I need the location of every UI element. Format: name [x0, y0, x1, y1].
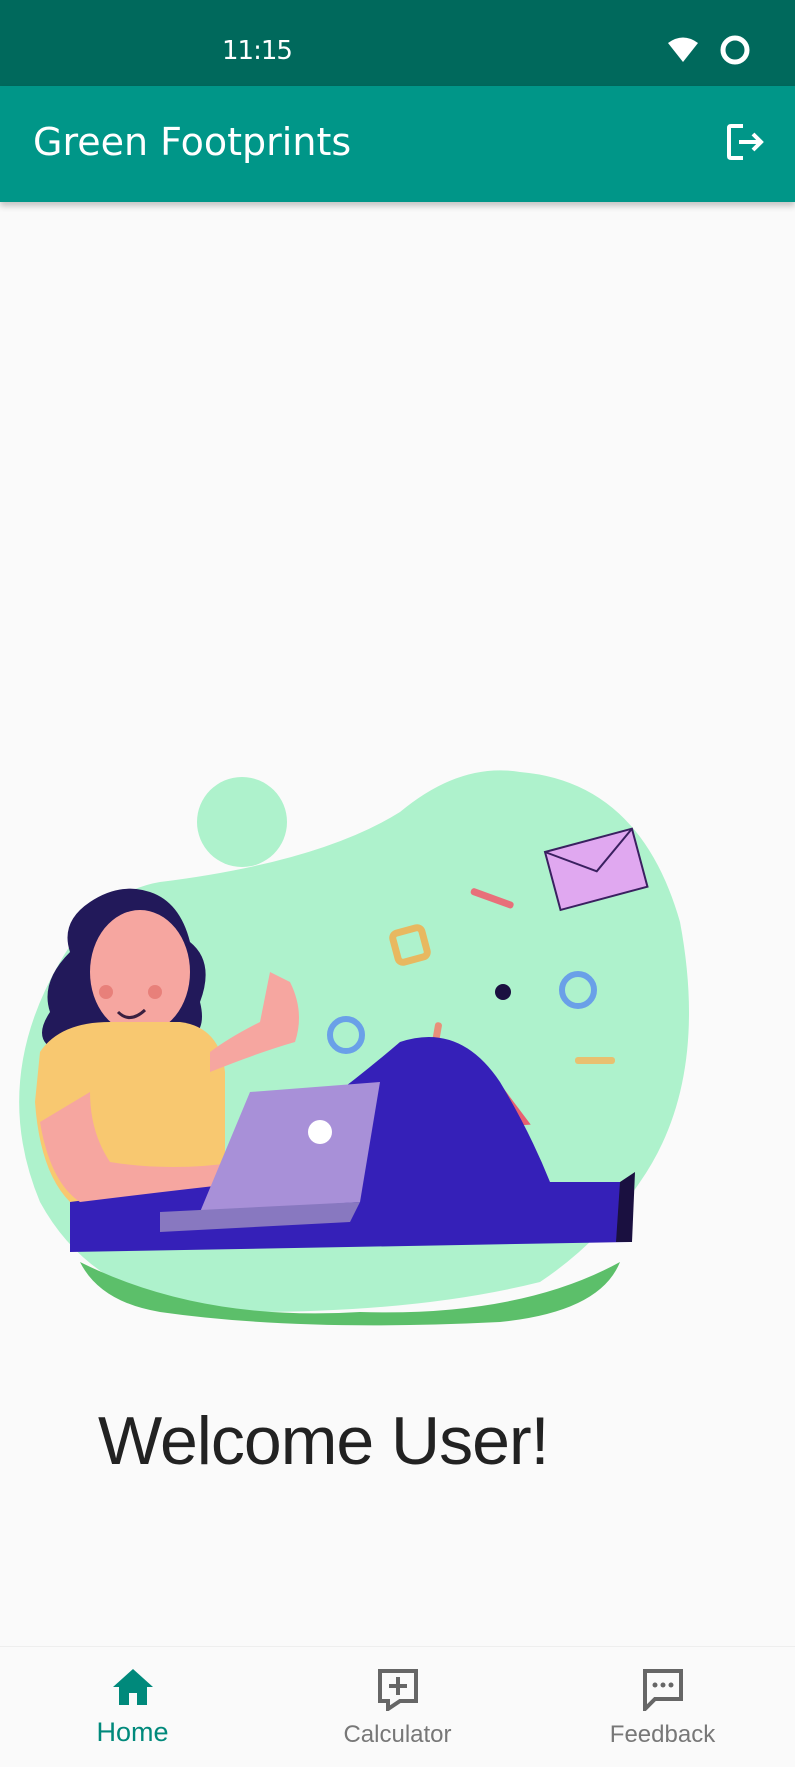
logout-icon [723, 120, 767, 168]
main-content: Welcome User! [0, 202, 795, 1646]
nav-label-calculator: Calculator [343, 1721, 452, 1748]
nav-item-feedback[interactable]: Feedback [530, 1647, 795, 1767]
battery-ring-icon [719, 34, 751, 70]
status-icons [667, 34, 751, 70]
bottom-navigation: Home Calculator Feedback [0, 1646, 795, 1767]
calculator-add-icon [376, 1667, 420, 1715]
logout-button[interactable] [719, 118, 771, 170]
nav-label-home: Home [96, 1717, 169, 1747]
nav-item-calculator[interactable]: Calculator [265, 1647, 530, 1767]
wifi-icon [667, 36, 699, 68]
home-icon [111, 1667, 155, 1711]
app-bar: Green Footprints [0, 86, 795, 202]
status-time: 11:15 [222, 36, 293, 66]
nav-label-feedback: Feedback [609, 1721, 716, 1748]
app-title: Green Footprints [33, 120, 352, 164]
welcome-text: Welcome User! [98, 1403, 550, 1479]
nav-item-home[interactable]: Home [0, 1647, 265, 1767]
status-bar: 11:15 [0, 0, 795, 86]
woman-with-laptop-illustration [19, 770, 689, 1326]
feedback-icon [641, 1667, 685, 1715]
